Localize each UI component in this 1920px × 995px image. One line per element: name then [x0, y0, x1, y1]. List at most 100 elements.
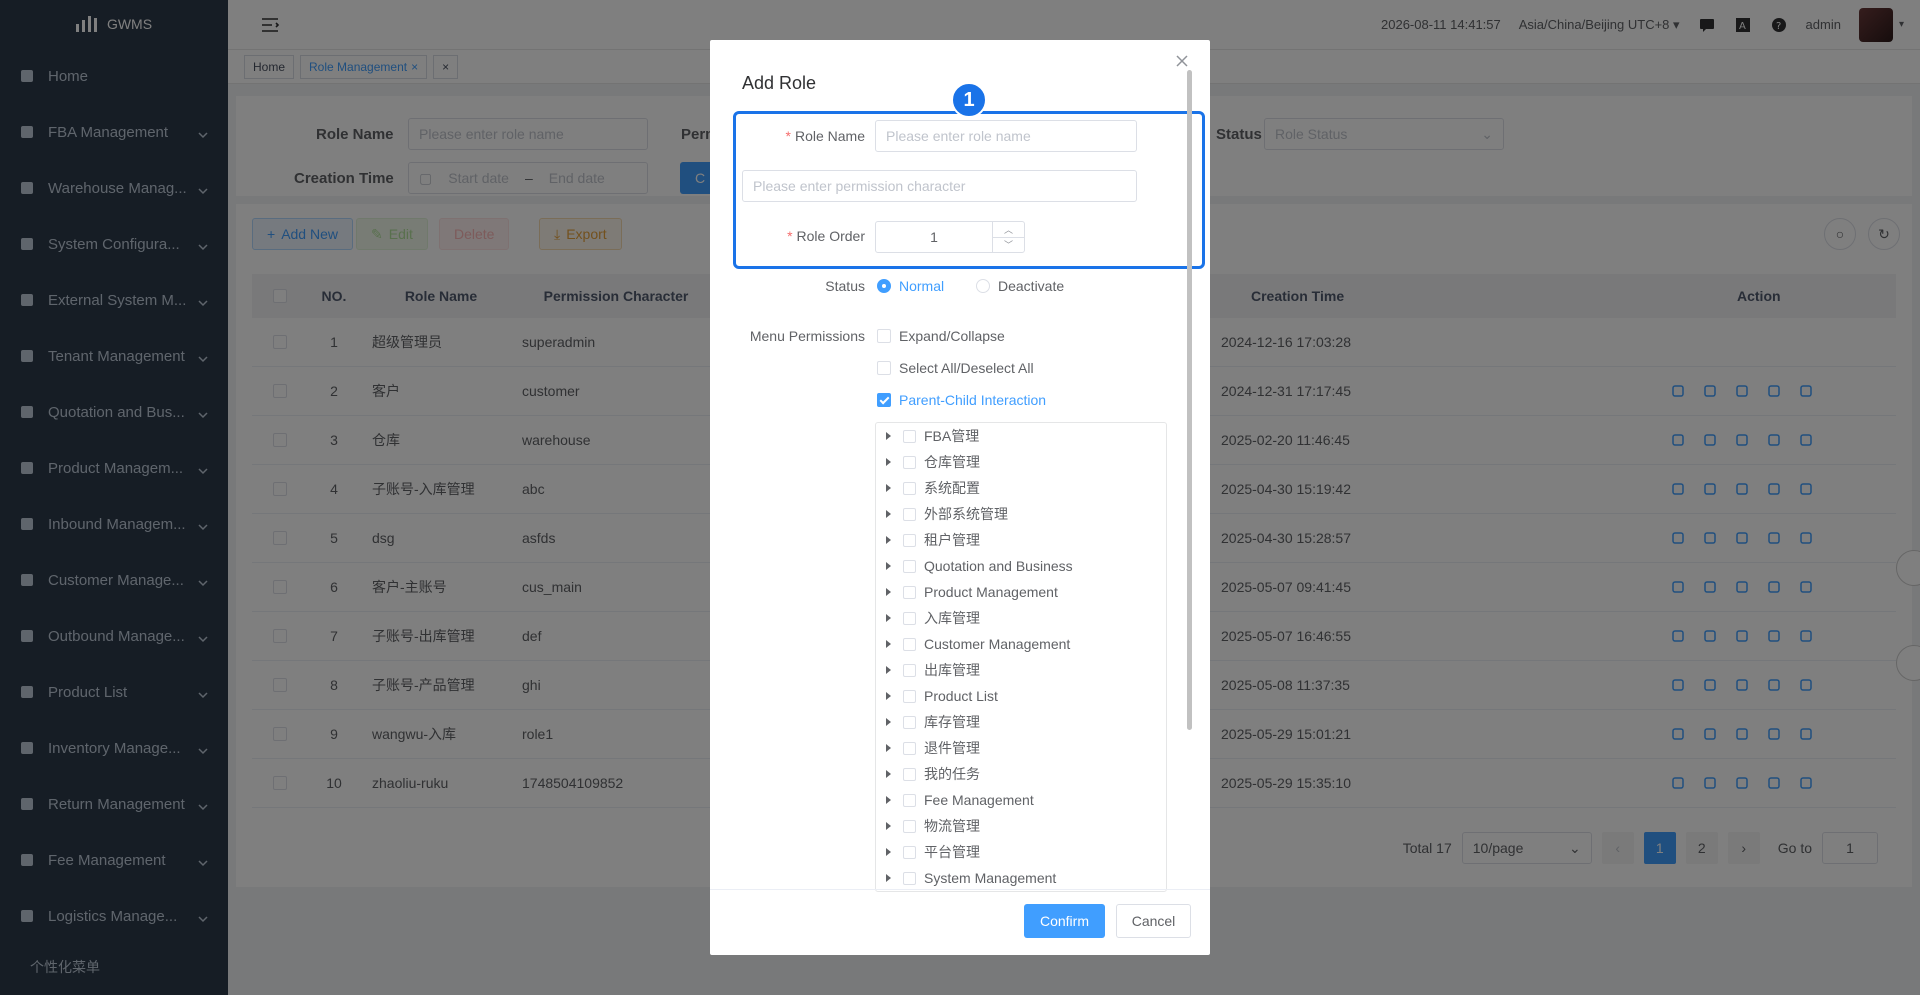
caret-right-icon[interactable]	[886, 822, 891, 830]
expand-collapse-checkbox[interactable]: Expand/Collapse	[877, 328, 1005, 344]
tree-node-checkbox[interactable]	[903, 429, 916, 443]
status-deactivate-label: Deactivate	[998, 278, 1065, 294]
checkbox-box	[877, 361, 891, 375]
tree-node-checkbox[interactable]	[903, 741, 916, 755]
select-all-checkbox[interactable]: Select All/Deselect All	[877, 360, 1034, 376]
tree-node-checkbox[interactable]	[903, 845, 916, 859]
tree-node[interactable]: 入库管理	[876, 605, 1166, 631]
radio-dot	[976, 279, 990, 293]
close-icon[interactable]	[1176, 54, 1192, 70]
tree-node-label: FBA管理	[924, 428, 980, 444]
tree-node[interactable]: 我的任务	[876, 761, 1166, 787]
radio-dot	[877, 279, 891, 293]
tree-node-checkbox[interactable]	[903, 507, 916, 521]
tree-node-label: 平台管理	[924, 844, 980, 860]
caret-right-icon[interactable]	[886, 770, 891, 778]
tree-node[interactable]: Customer Management	[876, 631, 1166, 657]
tree-node-label: 我的任务	[924, 766, 980, 782]
tree-node-label: 外部系统管理	[924, 506, 1008, 522]
status-normal-label: Normal	[899, 278, 945, 294]
caret-right-icon[interactable]	[886, 666, 891, 674]
tree-node-checkbox[interactable]	[903, 689, 916, 703]
checkbox-box	[877, 329, 891, 343]
tree-node-checkbox[interactable]	[903, 559, 916, 573]
tree-node-label: Fee Management	[924, 792, 1034, 808]
tree-node-label: 系统配置	[924, 480, 980, 496]
tree-node-checkbox[interactable]	[903, 481, 916, 495]
tree-node-checkbox[interactable]	[903, 585, 916, 599]
caret-right-icon[interactable]	[886, 588, 891, 596]
caret-right-icon[interactable]	[886, 484, 891, 492]
tree-node-label: 仓库管理	[924, 454, 980, 470]
tree-node[interactable]: 物流管理	[876, 813, 1166, 839]
add-role-dialog: Add Role * Role Name Please enter role na…	[710, 40, 1210, 955]
tree-node-checkbox[interactable]	[903, 819, 916, 833]
tree-node[interactable]: Product Management	[876, 579, 1166, 605]
dialog-scrollbar[interactable]	[1187, 70, 1192, 730]
tree-node[interactable]: 仓库管理	[876, 449, 1166, 475]
tree-node-checkbox[interactable]	[903, 533, 916, 547]
tree-node-checkbox[interactable]	[903, 611, 916, 625]
confirm-button[interactable]: Confirm	[1024, 904, 1105, 938]
caret-right-icon[interactable]	[886, 692, 891, 700]
parent-child-label: Parent-Child Interaction	[899, 392, 1047, 408]
tree-node[interactable]: 库存管理	[876, 709, 1166, 735]
caret-right-icon[interactable]	[886, 744, 891, 752]
dialog-footer: Confirm Cancel	[710, 889, 1210, 955]
tree-node[interactable]: 外部系统管理	[876, 501, 1166, 527]
tree-node-label: Quotation and Business	[924, 558, 1073, 574]
tree-node-label: Product List	[924, 688, 998, 704]
checkbox-box	[877, 393, 891, 407]
tree-node-label: 出库管理	[924, 662, 980, 678]
tree-node-label: 物流管理	[924, 818, 980, 834]
tree-node-label: 退件管理	[924, 740, 980, 756]
tree-node-checkbox[interactable]	[903, 663, 916, 677]
tree-node-checkbox[interactable]	[903, 871, 916, 885]
tree-node[interactable]: 退件管理	[876, 735, 1166, 761]
tree-node-label: 入库管理	[924, 610, 980, 626]
caret-right-icon[interactable]	[886, 510, 891, 518]
status-field-label: Status	[825, 278, 865, 294]
cancel-label: Cancel	[1131, 913, 1176, 929]
confirm-label: Confirm	[1039, 913, 1089, 929]
caret-right-icon[interactable]	[886, 432, 891, 440]
tree-node[interactable]: Quotation and Business	[876, 553, 1166, 579]
parent-child-checkbox[interactable]: Parent-Child Interaction	[877, 392, 1046, 408]
cancel-button[interactable]: Cancel	[1116, 904, 1191, 938]
annotation-highlight	[733, 111, 1205, 269]
tree-node-checkbox[interactable]	[903, 637, 916, 651]
tree-node-checkbox[interactable]	[903, 455, 916, 469]
annotation-badge: 1	[951, 82, 987, 118]
status-normal-radio[interactable]: Normal	[877, 278, 944, 294]
caret-right-icon[interactable]	[886, 718, 891, 726]
caret-right-icon[interactable]	[886, 458, 891, 466]
tree-node[interactable]: 平台管理	[876, 839, 1166, 865]
tree-node[interactable]: Product List	[876, 683, 1166, 709]
tree-node-label: Customer Management	[924, 636, 1071, 652]
tree-node-label: 租户管理	[924, 532, 980, 548]
tree-node-label: System Management	[924, 870, 1057, 886]
dialog-title: Add Role	[742, 73, 817, 93]
caret-right-icon[interactable]	[886, 562, 891, 570]
tree-node-checkbox[interactable]	[903, 793, 916, 807]
menu-permission-tree: FBA管理仓库管理系统配置外部系统管理 租户管理 Quotation and Bus…	[875, 422, 1167, 892]
tree-node[interactable]: Fee Management	[876, 787, 1166, 813]
tree-node[interactable]: System Management	[876, 865, 1166, 891]
tree-node[interactable]: 出库管理	[876, 657, 1166, 683]
tree-node-checkbox[interactable]	[903, 767, 916, 781]
select-all-label: Select All/Deselect All	[899, 360, 1034, 376]
tree-node-label: 库存管理	[924, 714, 980, 730]
caret-right-icon[interactable]	[886, 874, 891, 882]
caret-right-icon[interactable]	[886, 848, 891, 856]
tree-node-checkbox[interactable]	[903, 715, 916, 729]
caret-right-icon[interactable]	[886, 614, 891, 622]
caret-right-icon[interactable]	[886, 640, 891, 648]
tree-node[interactable]: 系统配置	[876, 475, 1166, 501]
tree-node[interactable]: FBA管理	[876, 423, 1166, 449]
tree-node-label: Product Management	[924, 584, 1058, 600]
status-deactivate-radio[interactable]: Deactivate	[976, 278, 1064, 294]
expand-collapse-label: Expand/Collapse	[899, 328, 1005, 344]
tree-node[interactable]: 租户管理	[876, 527, 1166, 553]
caret-right-icon[interactable]	[886, 536, 891, 544]
caret-right-icon[interactable]	[886, 796, 891, 804]
